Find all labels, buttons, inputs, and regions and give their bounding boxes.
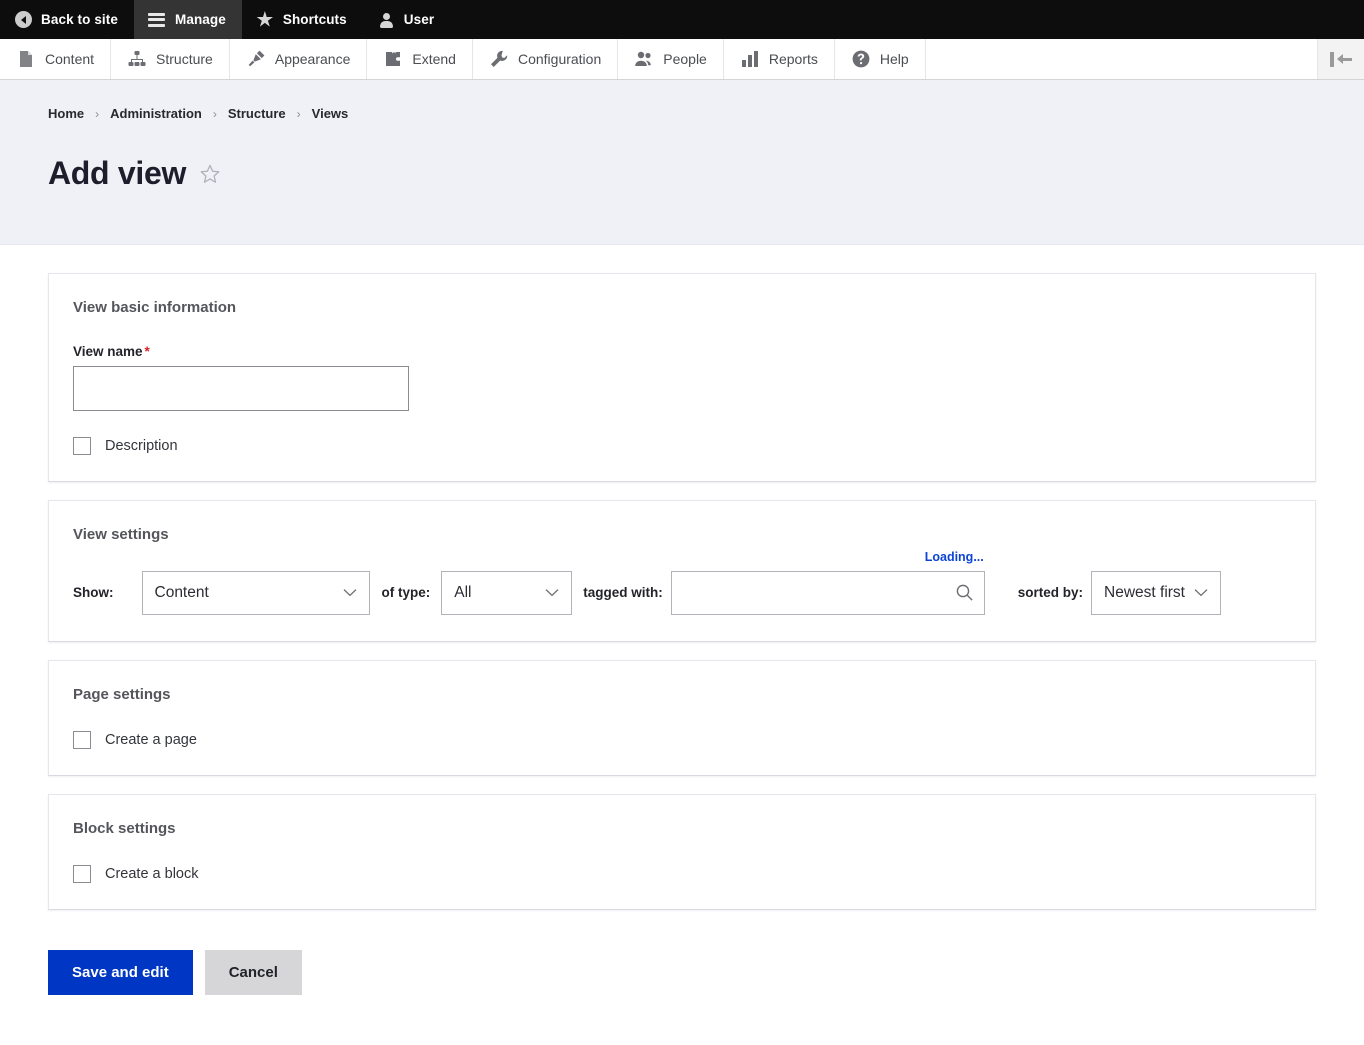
chevron-down-icon <box>1194 588 1208 597</box>
cancel-button[interactable]: Cancel <box>205 950 302 995</box>
toolbar-tab-label: Shortcuts <box>283 12 347 27</box>
description-checkbox-row: Description <box>73 437 1291 455</box>
bar-chart-icon <box>740 49 760 69</box>
breadcrumb: Home › Administration › Structure › View… <box>48 106 1364 121</box>
admin-menu-bar: Content Structure Appearance Ext <box>0 39 1364 80</box>
sorted-by-select[interactable]: Newest first <box>1091 571 1221 615</box>
save-and-edit-button[interactable]: Save and edit <box>48 950 193 995</box>
tagged-with-input[interactable] <box>671 571 985 615</box>
menu-item-extend[interactable]: Extend <box>367 39 473 79</box>
menu-item-label: Help <box>880 51 909 67</box>
chevron-down-icon <box>343 588 357 597</box>
menu-item-configuration[interactable]: Configuration <box>473 39 618 79</box>
menu-spacer <box>926 39 1318 79</box>
sorted-by-label: sorted by: <box>1018 585 1083 600</box>
description-checkbox[interactable] <box>73 437 91 455</box>
menu-item-label: Content <box>45 51 94 67</box>
type-label: of type: <box>382 585 431 600</box>
hamburger-icon <box>148 11 166 29</box>
view-name-label-text: View name <box>73 344 143 359</box>
type-select-value: All <box>454 584 471 602</box>
card-view-basic-information: View basic information View name* Descri… <box>48 273 1316 482</box>
type-select[interactable]: All <box>441 571 572 615</box>
menu-item-reports[interactable]: Reports <box>724 39 835 79</box>
create-block-checkbox-label[interactable]: Create a block <box>105 866 199 882</box>
question-circle-icon <box>851 49 871 69</box>
card-view-settings: View settings Show: Content of type: All… <box>48 500 1316 642</box>
document-icon <box>16 49 36 69</box>
toolbar-tab-back-to-site[interactable]: Back to site <box>0 0 134 39</box>
menu-item-label: Configuration <box>518 51 601 67</box>
form-actions: Save and edit Cancel <box>0 928 1364 995</box>
people-icon <box>634 49 654 69</box>
wrench-icon <box>489 49 509 69</box>
main-content: View basic information View name* Descri… <box>0 245 1364 910</box>
toolbar-tab-label: Manage <box>175 12 226 27</box>
breadcrumb-item-home[interactable]: Home <box>48 106 84 121</box>
page-header: Home › Administration › Structure › View… <box>0 80 1364 245</box>
menu-item-label: Extend <box>412 51 456 67</box>
paintbrush-icon <box>246 49 266 69</box>
toolbar-tab-shortcuts[interactable]: Shortcuts <box>242 0 363 39</box>
breadcrumb-separator: › <box>95 107 99 121</box>
section-title-view-settings: View settings <box>73 526 1291 543</box>
required-marker: * <box>145 344 150 359</box>
menu-item-label: Appearance <box>275 51 351 67</box>
star-icon <box>256 11 274 29</box>
section-title-basic-information: View basic information <box>73 299 1291 316</box>
tagged-with-label: tagged with: <box>583 585 663 600</box>
sorted-by-select-value: Newest first <box>1104 584 1185 602</box>
create-block-checkbox[interactable] <box>73 865 91 883</box>
description-checkbox-label[interactable]: Description <box>105 438 178 454</box>
breadcrumb-separator: › <box>297 107 301 121</box>
section-title-page-settings: Page settings <box>73 686 1291 703</box>
view-settings-row: Show: Content of type: All tagged with: … <box>73 571 1291 615</box>
show-select-value: Content <box>155 584 209 602</box>
view-name-input[interactable] <box>73 366 409 411</box>
create-page-checkbox-row: Create a page <box>73 731 1291 749</box>
menu-item-people[interactable]: People <box>618 39 724 79</box>
chevron-down-icon <box>545 588 559 597</box>
toolbar-tab-user[interactable]: User <box>363 0 450 39</box>
create-page-checkbox-label[interactable]: Create a page <box>105 732 197 748</box>
loading-status: Loading... <box>925 550 984 564</box>
show-label: Show: <box>73 585 114 600</box>
section-title-block-settings: Block settings <box>73 820 1291 837</box>
breadcrumb-item-administration[interactable]: Administration <box>110 106 202 121</box>
breadcrumb-separator: › <box>213 107 217 121</box>
breadcrumb-item-views[interactable]: Views <box>312 106 349 121</box>
page-title: Add view <box>48 155 186 192</box>
menu-item-label: Reports <box>769 51 818 67</box>
user-icon <box>377 11 395 29</box>
menu-item-appearance[interactable]: Appearance <box>230 39 368 79</box>
menu-item-label: People <box>663 51 707 67</box>
star-outline-icon[interactable] <box>199 163 221 185</box>
tagged-with-field: Loading... <box>671 571 985 615</box>
toolbar-tab-manage[interactable]: Manage <box>134 0 242 39</box>
menu-item-structure[interactable]: Structure <box>111 39 230 79</box>
sitemap-icon <box>127 49 147 69</box>
puzzle-icon <box>383 49 403 69</box>
menu-item-label: Structure <box>156 51 213 67</box>
toolbar-tab-label: User <box>404 12 434 27</box>
show-select[interactable]: Content <box>142 571 370 615</box>
card-block-settings: Block settings Create a block <box>48 794 1316 910</box>
menu-item-help[interactable]: Help <box>835 39 926 79</box>
toolbar-tab-label: Back to site <box>41 12 118 27</box>
view-name-label: View name* <box>73 344 1291 359</box>
page-title-row: Add view <box>48 134 1364 214</box>
menu-item-content[interactable]: Content <box>0 39 111 79</box>
collapse-toolbar-icon[interactable] <box>1318 39 1364 79</box>
back-arrow-icon <box>14 11 32 29</box>
breadcrumb-item-structure[interactable]: Structure <box>228 106 286 121</box>
card-page-settings: Page settings Create a page <box>48 660 1316 776</box>
admin-toolbar: Back to site Manage Shortcuts User <box>0 0 1364 39</box>
create-block-checkbox-row: Create a block <box>73 865 1291 883</box>
create-page-checkbox[interactable] <box>73 731 91 749</box>
search-icon[interactable] <box>955 583 974 602</box>
